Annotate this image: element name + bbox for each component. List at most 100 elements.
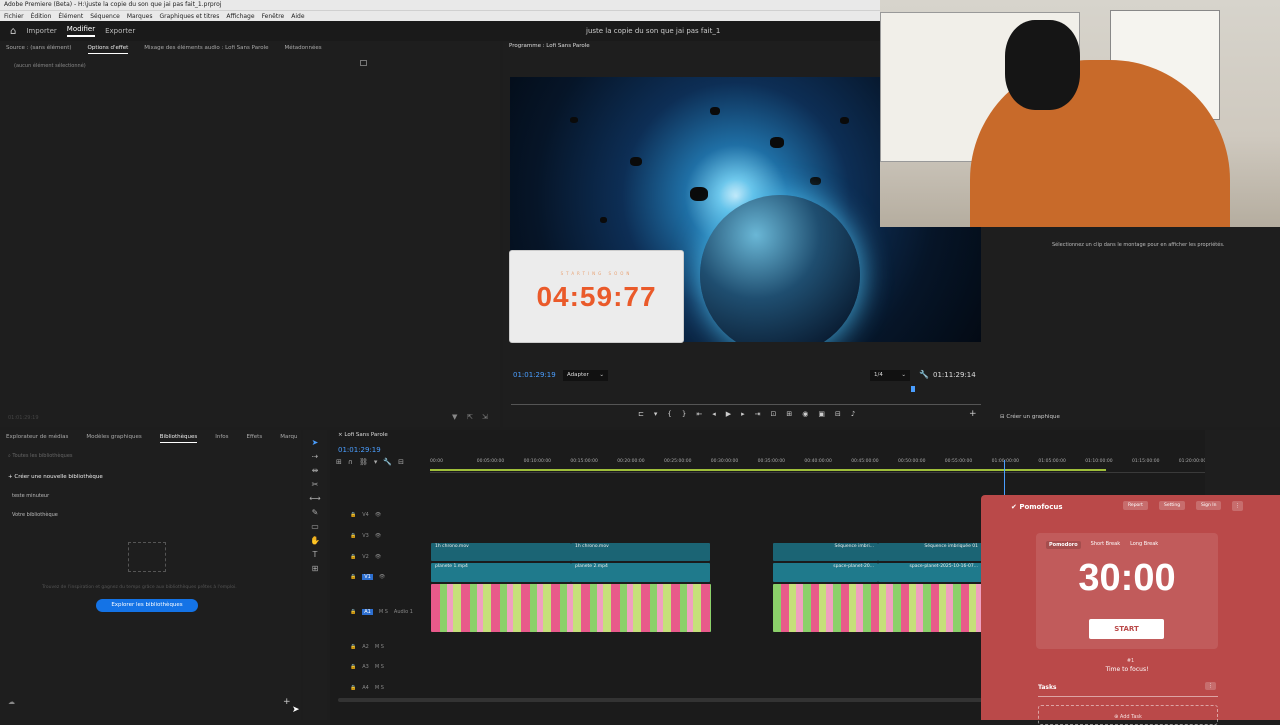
track-label[interactable]: A2 [362, 644, 369, 650]
panel-toggle-icon[interactable] [360, 60, 367, 66]
playhead-bar[interactable] [511, 404, 981, 405]
hand-icon[interactable]: ✋ [310, 536, 320, 545]
camera-icon[interactable]: ◉ [802, 410, 808, 418]
track-header[interactable]: 🔒 A3 M S [330, 657, 430, 677]
home-icon[interactable]: ⌂ [10, 26, 16, 37]
track-label[interactable]: A1 [362, 609, 373, 615]
mute-solo-icon[interactable]: M S [379, 609, 388, 615]
explore-libraries-button[interactable]: Explorer les bibliothèques [96, 599, 198, 612]
tab-effects[interactable]: Effets [247, 431, 263, 443]
filter-icon[interactable]: ▼ [452, 413, 457, 421]
track-header[interactable]: 🔒 A4 M S [330, 678, 430, 698]
in-point-icon[interactable]: { [667, 410, 671, 418]
tab-graphics-templates[interactable]: Modèles graphiques [86, 431, 141, 443]
razor-icon[interactable]: ✂ [312, 480, 319, 489]
menu-aide[interactable]: Aide [291, 11, 304, 21]
start-button[interactable]: START [1089, 619, 1164, 639]
eye-icon[interactable]: 👁 [375, 533, 381, 539]
eye-icon[interactable]: 👁 [375, 512, 381, 518]
track-header[interactable]: 🔒 V4 👁 [330, 505, 430, 525]
cloud-icon[interactable]: ☁ [8, 698, 15, 706]
track-label[interactable]: V2 [362, 554, 369, 560]
menu-edition[interactable]: Édition [31, 11, 52, 21]
lock-icon[interactable]: 🔒 [350, 512, 356, 518]
playhead-marker[interactable] [911, 386, 915, 392]
clip-v2-chrono-1[interactable]: 1h chrono.mov [431, 543, 571, 561]
lock-icon[interactable]: 🔒 [350, 574, 356, 580]
track-header[interactable]: 🔒 A2 M S [330, 637, 430, 657]
timeline-scrollbar[interactable] [338, 698, 983, 702]
quality-dropdown[interactable]: 1/4 ⌄ [870, 370, 910, 381]
lock-icon[interactable]: 🔒 [350, 685, 356, 691]
add-task-button[interactable]: ⊕ Add Task [1038, 705, 1218, 725]
tab-media-browser[interactable]: Explorateur de médias [6, 431, 68, 443]
tab-source[interactable]: Source : (sans élément) [6, 42, 72, 54]
menu-sequence[interactable]: Séquence [90, 11, 120, 21]
slip-icon[interactable]: ⟷ [309, 494, 320, 503]
library-item[interactable]: teste minuteur [12, 493, 49, 499]
audio-clip-block-2[interactable] [773, 584, 983, 632]
clip-v1-space-2[interactable]: space-planet-2025-10-16-07... [878, 563, 982, 582]
out-point-icon[interactable]: } [682, 410, 686, 418]
eye-icon[interactable]: 👁 [375, 554, 381, 560]
mute-solo-icon[interactable]: M S [375, 644, 384, 650]
compare-icon[interactable]: ▣ [818, 410, 825, 418]
lock-icon[interactable]: 🔒 [350, 644, 356, 650]
add-icon[interactable]: + [283, 697, 291, 707]
menu-affichage[interactable]: Affichage [226, 11, 254, 21]
menu-marques[interactable]: Marques [127, 11, 153, 21]
tab-info[interactable]: Infos [215, 431, 228, 443]
linked-icon[interactable]: ⛓ [359, 458, 368, 466]
tab-metadata[interactable]: Métadonnées [285, 42, 322, 54]
settings-icon[interactable]: 🔧 [383, 458, 392, 466]
setting-button[interactable]: Setting [1159, 501, 1186, 510]
library-search[interactable]: ⌕ Toutes les bibliothèques [8, 453, 293, 462]
mute-solo-icon[interactable]: M S [375, 664, 384, 670]
track-label[interactable]: A4 [362, 685, 369, 691]
create-library-button[interactable]: + Créer une nouvelle bibliothèque [8, 474, 103, 480]
ripple-edit-icon[interactable]: ⇹ [312, 466, 319, 475]
track-header[interactable]: 🔒 V3 👁 [330, 526, 430, 546]
tab-audio-mixer[interactable]: Mixage des éléments audio : Lofi Sans Pa… [144, 42, 268, 54]
clip-v2-seq-2[interactable]: Séquence imbriquée 01 [878, 543, 982, 561]
marker-icon[interactable]: ▾ [374, 458, 378, 466]
track-header[interactable]: 🔒 V1 👁 [330, 567, 430, 587]
go-to-in-icon[interactable]: ⇤ [696, 410, 702, 418]
menu-element[interactable]: Élément [58, 11, 83, 21]
export-icon[interactable]: ⇱ [467, 413, 473, 421]
tasks-menu-icon[interactable]: ⋮ [1205, 682, 1216, 690]
clip-v1-space-1[interactable]: space-planet-20... [773, 563, 878, 582]
track-label[interactable]: V3 [362, 533, 369, 539]
pen-icon[interactable]: ✎ [312, 508, 319, 517]
vr-icon[interactable]: ⊟ [835, 410, 841, 418]
tab-modifier[interactable]: Modifier [66, 25, 96, 37]
tab-markers[interactable]: Marqu [280, 431, 297, 443]
track-label[interactable]: V1 [362, 574, 373, 580]
clip-v1-planete-2[interactable]: planete 2.mp4 [571, 563, 710, 582]
type-icon[interactable]: T [313, 550, 318, 559]
track-select-icon[interactable]: ⇢ [312, 452, 319, 461]
marker-in-icon[interactable]: ⊏ [638, 410, 644, 418]
lock-icon[interactable]: 🔒 [350, 554, 356, 560]
mode-short-break[interactable]: Short Break [1091, 541, 1120, 549]
close-icon[interactable]: × [338, 432, 343, 438]
clip-v2-chrono-2[interactable]: 1h chrono.mov [571, 543, 710, 561]
step-forward-icon[interactable]: ▸ [741, 410, 745, 418]
track-label[interactable]: V4 [362, 512, 369, 518]
selection-tool-icon[interactable]: ➤ [312, 438, 319, 447]
lock-icon[interactable]: 🔒 [350, 609, 356, 615]
tab-libraries[interactable]: Bibliothèques [159, 431, 198, 443]
fit-dropdown[interactable]: Adapter ⌄ [563, 370, 608, 381]
insert-icon[interactable]: ⊡ [771, 410, 777, 418]
export-icon-2[interactable]: ⇲ [482, 413, 488, 421]
track-header[interactable]: 🔒 V2 👁 [330, 547, 430, 567]
create-graphic-button[interactable]: ⊟ Créer un graphique [1000, 414, 1060, 420]
snap-icon[interactable]: ∩ [348, 458, 353, 466]
rectangle-icon[interactable]: ▭ [311, 522, 319, 531]
add-button-icon[interactable]: + [969, 409, 977, 419]
mode-long-break[interactable]: Long Break [1130, 541, 1158, 549]
lock-icon[interactable]: 🔒 [350, 664, 356, 670]
mode-pomodoro[interactable]: Pomodoro [1046, 541, 1081, 549]
signin-button[interactable]: Sign In [1196, 501, 1222, 510]
nest-icon[interactable]: ⊞ [336, 458, 342, 466]
